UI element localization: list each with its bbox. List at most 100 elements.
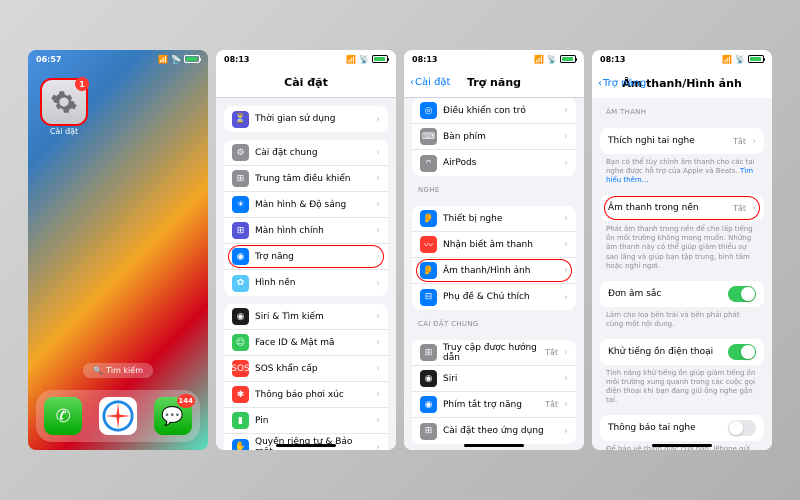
signal-icon: 📶	[722, 55, 732, 64]
background-sounds-row[interactable]: Âm thanh trong nền Tắt ›	[600, 195, 764, 221]
list-row[interactable]: ✿Hình nền›	[224, 270, 388, 296]
mono-audio-row[interactable]: Đơn âm sắc	[600, 281, 764, 307]
chevron-right-icon: ›	[376, 442, 380, 451]
list-row[interactable]: ⊟Phụ đề & Chú thích›	[412, 284, 576, 310]
chevron-right-icon: ›	[376, 389, 380, 400]
list-row[interactable]: ☺Face ID & Mật mã›	[224, 330, 388, 356]
row-label: Phím tắt trợ năng	[443, 400, 539, 410]
back-button[interactable]: ‹Trợ năng	[598, 78, 646, 89]
list-row[interactable]: ⊞Truy cập được hướng dẫnTắt›	[412, 340, 576, 366]
list-row[interactable]: ☀Màn hình & Độ sáng›	[224, 192, 388, 218]
search-pill[interactable]: 🔍 Tìm kiếm	[83, 363, 153, 378]
messages-app-icon[interactable]: 💬 144	[154, 397, 192, 435]
list-row[interactable]: 👂Âm thanh/Hình ảnh›	[412, 258, 576, 284]
chevron-right-icon: ›	[376, 415, 380, 426]
navbar: ‹Trợ năng Âm thanh/Hình ảnh	[592, 68, 772, 98]
time: 08:13	[224, 55, 249, 64]
list-row[interactable]: ◉Siri›	[412, 366, 576, 392]
row-label: Thích nghi tai nghe	[608, 136, 727, 146]
row-icon: ◉	[232, 248, 249, 265]
row-label: Đơn âm sắc	[608, 289, 722, 299]
list-row[interactable]: ▮Pin›	[224, 408, 388, 434]
headphone-accommodations-row[interactable]: Thích nghi tai nghe Tắt ›	[600, 128, 764, 154]
chevron-right-icon: ›	[376, 337, 380, 348]
phone-noise-cancel-row[interactable]: Khử tiếng ồn điện thoại	[600, 339, 764, 365]
row-icon: ⊞	[232, 222, 249, 239]
home-indicator[interactable]	[464, 444, 524, 447]
section-footer: Tính năng khử tiếng ồn giúp giảm tiếng ồ…	[592, 365, 772, 407]
row-icon: ⊟	[420, 289, 437, 306]
list-row[interactable]: ◉Trợ năng›	[224, 244, 388, 270]
row-label: Thông báo tai nghe	[608, 423, 722, 433]
list-row[interactable]: ⚙Cài đặt chung›	[224, 140, 388, 166]
chevron-right-icon: ›	[564, 399, 568, 410]
back-label: Cài đặt	[415, 77, 450, 88]
accessibility-list[interactable]: ◎Điều khiển con trỏ› ⌨ Bàn phím › ᴖAirPods›N…	[404, 98, 584, 450]
row-label: Truy cập được hướng dẫn	[443, 343, 539, 363]
section-header: CÀI ĐẶT CHUNG	[404, 310, 584, 332]
settings-list[interactable]: ⏳Thời gian sử dụng› ⚙Cài đặt chung›⊞Trung…	[216, 98, 396, 450]
section-header: NGHE	[404, 176, 584, 198]
row-icon: ◎	[420, 102, 437, 119]
list-row[interactable]: ⊞Cài đặt theo ứng dụng›	[412, 418, 576, 444]
settings-app-icon[interactable]: 1	[42, 80, 86, 124]
audio-visual-list[interactable]: ÂM THANH Thích nghi tai nghe Tắt › Bạn c…	[592, 98, 772, 450]
signal-icon: 📶	[346, 55, 356, 64]
chevron-right-icon: ›	[564, 239, 568, 250]
row-icon: ⊞	[420, 344, 437, 361]
row-label: Màn hình & Độ sáng	[255, 200, 370, 210]
chevron-right-icon: ›	[564, 347, 568, 358]
chevron-right-icon: ›	[564, 265, 568, 276]
list-row[interactable]: 👂Thiết bị nghe›	[412, 206, 576, 232]
home-indicator[interactable]	[652, 444, 712, 447]
section-footer: Phát âm thanh trong nền để che lấp tiếng…	[592, 221, 772, 272]
list-row[interactable]: ◎Điều khiển con trỏ›	[412, 98, 576, 124]
search-icon: 🔍	[93, 366, 103, 375]
time: 08:13	[412, 55, 437, 64]
signal-icon: 📶	[158, 55, 168, 64]
row-icon: 👂	[420, 262, 437, 279]
safari-app-icon[interactable]	[99, 397, 137, 435]
list-row[interactable]: ⊞Trung tâm điều khiển›	[224, 166, 388, 192]
time: 08:13	[600, 55, 625, 64]
status-bar: 08:13 📶📡	[404, 50, 584, 68]
toggle[interactable]	[728, 420, 756, 436]
app-label: Cài đặt	[28, 127, 100, 136]
list-row[interactable]: ⏳Thời gian sử dụng›	[224, 106, 388, 132]
row-label: Bàn phím	[443, 132, 558, 142]
row-label: Pin	[255, 416, 370, 426]
toggle[interactable]	[728, 286, 756, 302]
row-icon: ☀	[232, 196, 249, 213]
back-button[interactable]: ‹Cài đặt	[410, 77, 450, 88]
row-icon: SOS	[232, 360, 249, 377]
row-icon: ⚙	[232, 144, 249, 161]
toggle[interactable]	[728, 344, 756, 360]
headphone-notifications-row[interactable]: Thông báo tai nghe	[600, 415, 764, 441]
row-label: Thông báo phơi xúc	[255, 390, 370, 400]
phone-app-icon[interactable]: ✆	[44, 397, 82, 435]
row-label: Siri & Tìm kiếm	[255, 312, 370, 322]
list-row[interactable]: ⌨Bàn phím›	[412, 124, 576, 150]
battery-icon	[748, 55, 764, 63]
section-header: ÂM THANH	[592, 98, 772, 120]
list-row[interactable]: ᴖAirPods›	[412, 150, 576, 176]
chevron-right-icon: ›	[564, 373, 568, 384]
list-row[interactable]: ◉Phím tắt trợ năngTắt›	[412, 392, 576, 418]
chevron-right-icon: ›	[564, 213, 568, 224]
list-row[interactable]: SOSSOS khẩn cấp›	[224, 356, 388, 382]
list-row[interactable]: ✱Thông báo phơi xúc›	[224, 382, 388, 408]
chevron-right-icon: ›	[376, 173, 380, 184]
row-icon: ⌨	[420, 128, 437, 145]
signal-icon: 📶	[534, 55, 544, 64]
row-icon: ⊞	[420, 423, 437, 440]
row-icon: ◉	[420, 370, 437, 387]
home-indicator[interactable]	[276, 444, 336, 447]
list-row[interactable]: ⊞Màn hình chính›	[224, 218, 388, 244]
wifi-icon: 📡	[171, 55, 181, 64]
row-label: Màn hình chính	[255, 226, 370, 236]
list-row[interactable]: ✋Quyền riêng tư & Bảo mật›	[224, 434, 388, 450]
list-row[interactable]: ◉Siri & Tìm kiếm›	[224, 304, 388, 330]
badge: 144	[177, 394, 195, 408]
list-row[interactable]: 〰Nhận biết âm thanh›	[412, 232, 576, 258]
phone-icon: ✆	[56, 406, 71, 427]
